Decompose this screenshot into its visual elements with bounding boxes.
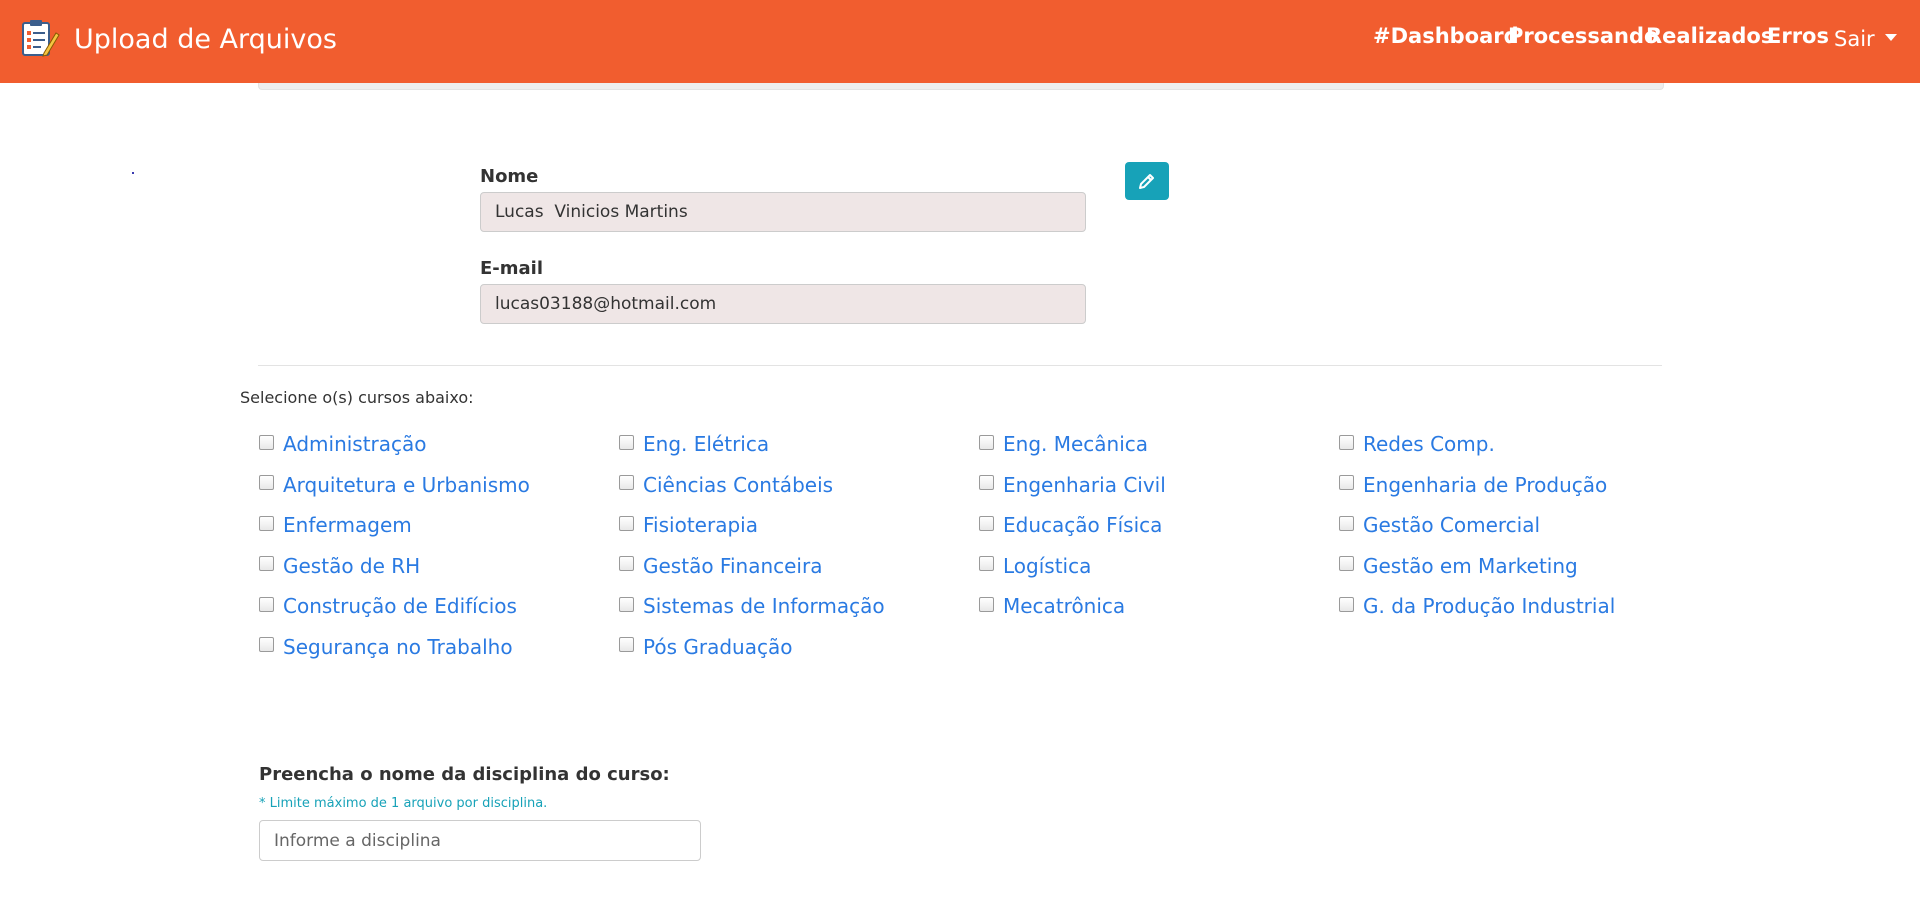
top-navbar: Upload de Arquivos #Dashboard Processand… (0, 0, 1920, 83)
name-label: Nome (480, 166, 539, 187)
course-checkbox[interactable] (619, 556, 634, 572)
course-option[interactable]: Gestão de RH (259, 549, 619, 583)
course-option[interactable]: Arquitetura e Urbanismo (259, 468, 619, 502)
stray-dot (132, 172, 134, 174)
course-checkbox[interactable] (259, 596, 274, 612)
course-label[interactable]: Segurança no Trabalho (283, 635, 513, 659)
course-checkbox[interactable] (619, 475, 634, 491)
course-option[interactable]: Logística (979, 549, 1339, 583)
course-label[interactable]: Educação Física (1003, 513, 1162, 537)
pencil-icon (1139, 174, 1154, 189)
course-checkbox[interactable] (979, 596, 994, 612)
nav-dashboard[interactable]: #Dashboard (1373, 24, 1519, 48)
course-label[interactable]: Eng. Elétrica (643, 432, 769, 456)
course-label[interactable]: Administração (283, 432, 427, 456)
courses-title: Selecione o(s) cursos abaixo: (240, 388, 474, 407)
nav-processando[interactable]: Processando (1508, 24, 1658, 48)
course-checkbox[interactable] (259, 556, 274, 572)
course-checkbox[interactable] (259, 434, 274, 450)
course-checkbox[interactable] (1339, 596, 1354, 612)
course-option[interactable]: Enfermagem (259, 508, 619, 542)
course-option[interactable]: Eng. Elétrica (619, 427, 979, 461)
course-option[interactable]: Mecatrônica (979, 589, 1339, 623)
course-label[interactable]: Gestão Financeira (643, 554, 822, 578)
caret-down-icon (1884, 33, 1897, 41)
course-label[interactable]: Engenharia Civil (1003, 473, 1166, 497)
nav-erros[interactable]: Erros (1767, 24, 1829, 48)
course-checkbox[interactable] (979, 515, 994, 531)
course-option[interactable]: Fisioterapia (619, 508, 979, 542)
course-checkbox[interactable] (619, 515, 634, 531)
card-bottom-edge (258, 83, 1664, 90)
nav-realizados[interactable]: Realizados (1646, 24, 1773, 48)
course-option[interactable]: Segurança no Trabalho (259, 630, 619, 664)
email-label: E-mail (480, 258, 544, 279)
course-label[interactable]: G. da Produção Industrial (1363, 594, 1615, 618)
course-checkbox[interactable] (619, 637, 634, 653)
course-label[interactable]: Pós Graduação (643, 635, 792, 659)
course-label[interactable]: Arquitetura e Urbanismo (283, 473, 530, 497)
course-label[interactable]: Construção de Edifícios (283, 594, 517, 618)
course-checkbox[interactable] (1339, 434, 1354, 450)
course-label[interactable]: Ciências Contábeis (643, 473, 833, 497)
course-label[interactable]: Gestão de RH (283, 554, 420, 578)
course-checkbox-grid: Administração Eng. Elétrica Eng. Mecânica R… (259, 427, 1699, 671)
course-option[interactable]: Educação Física (979, 508, 1339, 542)
user-menu-dropdown[interactable]: Sair (1834, 27, 1897, 51)
name-field[interactable]: Lucas Vinicios Martins (480, 192, 1086, 232)
course-checkbox[interactable] (259, 637, 274, 653)
course-option[interactable]: Engenharia de Produção (1339, 468, 1699, 502)
course-checkbox[interactable] (979, 475, 994, 491)
course-option[interactable]: Construção de Edifícios (259, 589, 619, 623)
course-label[interactable]: Fisioterapia (643, 513, 758, 537)
course-checkbox[interactable] (259, 475, 274, 491)
course-label[interactable]: Engenharia de Produção (1363, 473, 1607, 497)
brand[interactable]: Upload de Arquivos (20, 17, 337, 61)
course-checkbox[interactable] (619, 596, 634, 612)
discipline-label: Preencha o nome da disciplina do curso: (259, 764, 670, 785)
course-option[interactable]: Ciências Contábeis (619, 468, 979, 502)
course-checkbox[interactable] (1339, 515, 1354, 531)
section-divider (258, 365, 1662, 366)
course-checkbox[interactable] (1339, 556, 1354, 572)
course-option[interactable]: Administração (259, 427, 619, 461)
course-label[interactable]: Gestão em Marketing (1363, 554, 1578, 578)
course-label[interactable]: Logística (1003, 554, 1091, 578)
course-checkbox[interactable] (259, 515, 274, 531)
course-option[interactable]: Gestão Financeira (619, 549, 979, 583)
course-checkbox[interactable] (979, 556, 994, 572)
discipline-hint: * Limite máximo de 1 arquivo por discipl… (259, 796, 548, 811)
course-option[interactable]: Gestão Comercial (1339, 508, 1699, 542)
course-checkbox[interactable] (619, 434, 634, 450)
course-label[interactable]: Gestão Comercial (1363, 513, 1540, 537)
course-label[interactable]: Enfermagem (283, 513, 412, 537)
course-label[interactable]: Redes Comp. (1363, 432, 1495, 456)
course-option[interactable]: Eng. Mecânica (979, 427, 1339, 461)
course-label[interactable]: Mecatrônica (1003, 594, 1125, 618)
course-checkbox[interactable] (1339, 475, 1354, 491)
course-option[interactable]: Sistemas de Informação (619, 589, 979, 623)
course-label[interactable]: Sistemas de Informação (643, 594, 885, 618)
course-option[interactable]: Engenharia Civil (979, 468, 1339, 502)
checklist-icon (22, 20, 60, 57)
course-option[interactable]: G. da Produção Industrial (1339, 589, 1699, 623)
course-checkbox[interactable] (979, 434, 994, 450)
brand-title: Upload de Arquivos (74, 23, 337, 55)
course-label[interactable]: Eng. Mecânica (1003, 432, 1148, 456)
course-option[interactable]: Pós Graduação (619, 630, 979, 664)
course-option[interactable]: Gestão em Marketing (1339, 549, 1699, 583)
user-menu-label: Sair (1834, 27, 1875, 51)
course-option[interactable]: Redes Comp. (1339, 427, 1699, 461)
discipline-input[interactable] (259, 820, 701, 861)
edit-profile-button[interactable] (1125, 162, 1169, 200)
email-field[interactable]: lucas03188@hotmail.com (480, 284, 1086, 324)
